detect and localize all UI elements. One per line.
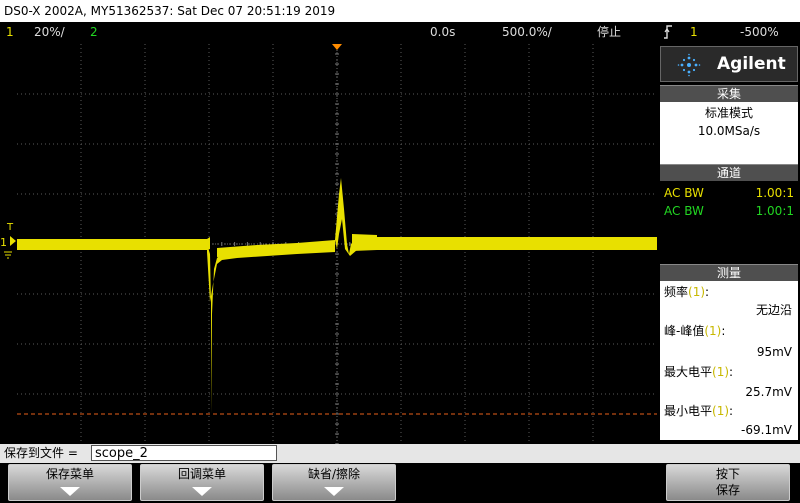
measure-value-min: -69.1mV (741, 423, 792, 437)
time-position[interactable]: 0.0s (430, 22, 455, 42)
channel2-number[interactable]: 2 (90, 22, 98, 42)
channel2-coupling: AC BW (664, 204, 704, 218)
acquisition-header: 采集 (660, 85, 798, 102)
channels-box[interactable]: AC BW 1.00:1 AC BW 1.00:1 (660, 182, 798, 230)
down-arrow-icon (60, 487, 80, 496)
default-erase-label: 缺省/擦除 (307, 467, 361, 481)
down-arrow-icon (324, 487, 344, 496)
agilent-logo: Agilent (660, 46, 798, 82)
trigger-edge-icon (663, 22, 673, 42)
press-to-save-line2: 保存 (715, 483, 740, 497)
window-title: DS0-X 2002A, MY51362537: Sat Dec 07 20:5… (0, 0, 800, 22)
channels-header: 通道 (660, 164, 798, 181)
time-scale[interactable]: 500.0%/ (502, 22, 552, 42)
save-menu-button[interactable]: 保存菜单 (8, 464, 132, 501)
side-panel: Agilent 采集 标准模式 10.0MSa/s 通道 AC BW 1.00:… (658, 44, 800, 440)
save-filename-bar: 保存到文件 = scope_2 (0, 444, 800, 463)
channel1-number[interactable]: 1 (6, 22, 14, 42)
channel1-coupling: AC BW (664, 186, 704, 200)
measure-label-peak-to-peak: 峰-峰值(1): (664, 324, 726, 338)
measure-box[interactable]: 频率(1): 无边沿 峰-峰值(1): 95mV 最大电平(1): 25.7mV… (660, 281, 798, 440)
measure-label-max: 最大电平(1): (664, 365, 734, 379)
softkey-area: 保存到文件 = scope_2 保存菜单 回调菜单 缺省/擦除 按下 保存 (0, 444, 800, 503)
save-filename-label: 保存到文件 = (4, 446, 78, 460)
waveform-display[interactable] (17, 44, 657, 444)
down-arrow-icon (192, 487, 212, 496)
run-state: 停止 (597, 25, 622, 39)
press-to-save-line1: 按下 (715, 467, 740, 481)
brand-name: Agilent (717, 54, 786, 74)
sample-rate: 10.0MSa/s (697, 124, 761, 138)
acquisition-mode: 标准模式 (704, 106, 753, 120)
channel1-scale[interactable]: 20%/ (34, 22, 65, 42)
trigger-source[interactable]: 1 (690, 22, 698, 42)
save-menu-label: 保存菜单 (45, 467, 94, 481)
recall-menu-label: 回调菜单 (177, 467, 226, 481)
measure-value-frequency: 无边沿 (755, 303, 792, 317)
default-erase-button[interactable]: 缺省/擦除 (272, 464, 396, 501)
measure-label-min: 最小电平(1): (664, 404, 734, 418)
agilent-spark-icon (677, 53, 701, 77)
press-to-save-button[interactable]: 按下 保存 (666, 464, 790, 501)
trigger-level[interactable]: -500% (740, 22, 779, 42)
acquisition-box[interactable]: 标准模式 10.0MSa/s (660, 102, 798, 164)
channel2-probe-ratio: 1.00:1 (755, 204, 794, 218)
save-filename-input[interactable]: scope_2 (91, 445, 277, 461)
measure-header: 测量 (660, 264, 798, 281)
measure-label-frequency: 频率(1): (664, 285, 710, 299)
measure-value-max: 25.7mV (745, 385, 792, 399)
status-bar: 1 20%/ 2 0.0s 500.0%/ 停止 1 -500% (0, 22, 800, 42)
channel1-probe-ratio: 1.00:1 (755, 186, 794, 200)
recall-menu-button[interactable]: 回调菜单 (140, 464, 264, 501)
measure-value-peak-to-peak: 95mV (756, 345, 792, 359)
channel-markers: T 1 (0, 44, 17, 444)
